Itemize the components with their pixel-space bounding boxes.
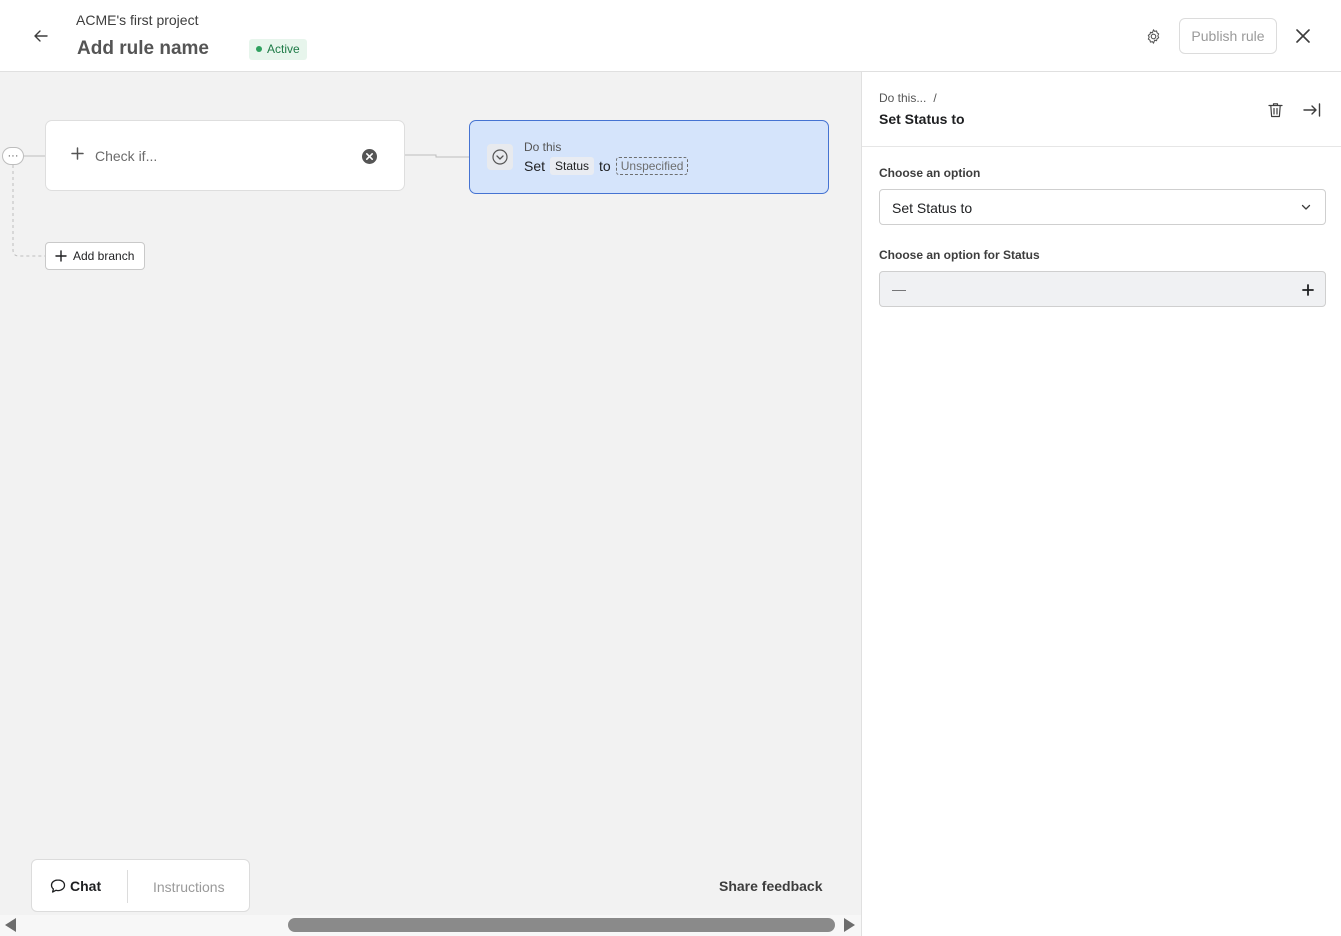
trash-icon xyxy=(1267,103,1283,118)
action-title: Do this xyxy=(524,140,562,154)
clear-circle-icon[interactable] xyxy=(361,148,378,165)
panel-header: Do this... / Set Status to xyxy=(862,72,1341,147)
share-feedback-link[interactable]: Share feedback xyxy=(719,878,823,894)
tab-divider xyxy=(127,870,128,903)
action-field-chip: Status xyxy=(550,157,595,175)
chevron-down-icon xyxy=(1301,204,1311,210)
chat-bubble-icon xyxy=(50,879,66,893)
gear-icon xyxy=(1147,28,1159,44)
plus-icon[interactable] xyxy=(1300,282,1316,298)
scroll-left-arrow[interactable] xyxy=(5,918,16,932)
publish-rule-button[interactable]: Publish rule xyxy=(1179,18,1277,54)
add-branch-label: Add branch xyxy=(73,249,135,263)
status-value-field[interactable]: — xyxy=(879,271,1326,307)
top-header: ACME's first project Add rule name Activ… xyxy=(0,0,1341,72)
tab-instructions[interactable]: Instructions xyxy=(153,879,225,895)
scroll-thumb[interactable] xyxy=(288,918,835,932)
action-verb: Set xyxy=(524,158,546,174)
action-card[interactable]: Do this Set Status to Unspecified xyxy=(469,120,829,194)
status-value: — xyxy=(892,281,906,297)
rule-name-title[interactable]: Add rule name xyxy=(77,38,209,60)
connector-lines xyxy=(12,154,469,257)
ellipsis-icon: ··· xyxy=(7,150,19,162)
breadcrumb: Do this... / xyxy=(879,91,937,105)
scroll-right-arrow[interactable] xyxy=(844,918,855,932)
status-field-label: Choose an option for Status xyxy=(879,248,1040,262)
status-badge-label: Active xyxy=(267,42,300,56)
action-value-chip: Unspecified xyxy=(615,157,689,175)
status-badge: Active xyxy=(249,39,307,60)
plus-icon xyxy=(55,250,67,262)
arrow-left-icon xyxy=(34,30,48,42)
settings-button[interactable] xyxy=(1140,23,1166,49)
check-if-label: Check if... xyxy=(95,148,158,164)
project-name[interactable]: ACME's first project xyxy=(76,12,198,28)
action-icon-box xyxy=(487,144,513,170)
bottom-tab-bar: Chat Instructions xyxy=(31,859,250,912)
tab-chat[interactable]: Chat xyxy=(50,878,101,894)
collapse-panel-button[interactable] xyxy=(1300,98,1324,122)
close-icon xyxy=(1296,29,1310,43)
action-summary: Set Status to Unspecified xyxy=(524,157,689,175)
action-connector: to xyxy=(599,158,611,174)
back-button[interactable] xyxy=(26,22,56,50)
chevron-circle-icon xyxy=(492,149,508,165)
breadcrumb-item[interactable]: Do this... xyxy=(879,91,926,105)
option-select-value: Set Status to xyxy=(892,200,973,216)
panel-title: Set Status to xyxy=(879,111,965,127)
status-dot xyxy=(256,46,262,52)
tab-chat-label: Chat xyxy=(70,878,102,894)
option-field-label: Choose an option xyxy=(879,166,981,180)
option-select[interactable]: Set Status to xyxy=(879,189,1326,225)
rule-canvas[interactable]: ··· Check if... Do this Set Status to Un… xyxy=(0,72,861,936)
close-button[interactable] xyxy=(1290,23,1316,49)
breadcrumb-separator: / xyxy=(933,91,937,105)
collapse-panel-icon xyxy=(1303,103,1321,117)
more-options-button[interactable]: ··· xyxy=(2,147,24,165)
delete-action-button[interactable] xyxy=(1263,98,1287,122)
plus-icon xyxy=(71,147,84,160)
action-detail-panel: Do this... / Set Status to Choose an opti… xyxy=(861,72,1341,936)
add-branch-button[interactable]: Add branch xyxy=(45,242,145,270)
check-if-card[interactable]: Check if... xyxy=(45,120,405,191)
horizontal-scrollbar[interactable] xyxy=(0,915,861,936)
